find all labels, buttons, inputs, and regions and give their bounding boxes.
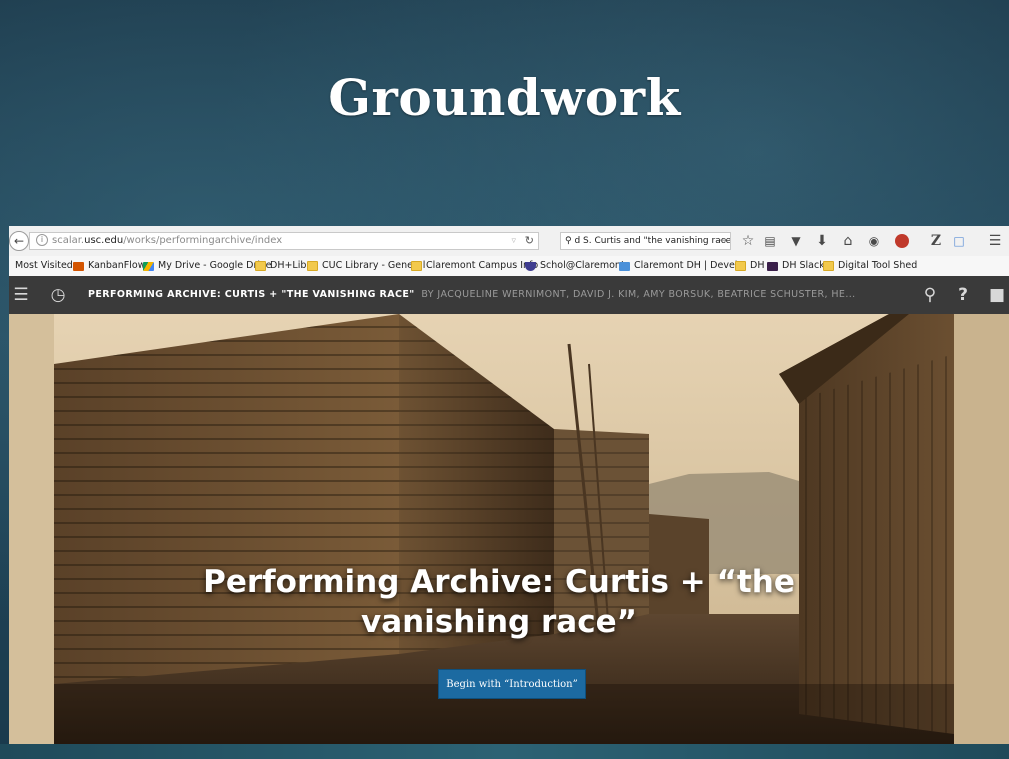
folder-icon — [307, 261, 318, 271]
search-value: d S. Curtis and "the vanishing race" — [574, 236, 731, 246]
folder-icon — [823, 261, 834, 271]
bookmark-dh[interactable]: DH — [735, 256, 764, 276]
home-icon[interactable]: ⌂ — [839, 232, 857, 250]
bookmark-label: Schol@Claremont — [540, 260, 625, 271]
bookmark-google-drive[interactable]: My Drive - Google Drive — [143, 256, 271, 276]
bookmark-dh-lib[interactable]: DH+Lib — [255, 256, 306, 276]
drive-icon — [143, 261, 154, 271]
back-arrow-icon[interactable]: ← — [9, 231, 29, 251]
url-path: /works/performingarchive/index — [123, 235, 283, 246]
bookmark-label: DH Slack — [782, 260, 825, 271]
bookmark-digital-tool-shed[interactable]: Digital Tool Shed — [823, 256, 917, 276]
dh-icon — [619, 261, 630, 271]
folder-icon — [255, 261, 266, 271]
menu-icon[interactable]: ☰ — [986, 232, 1004, 250]
page-icon[interactable]: □ — [950, 232, 968, 250]
bookmark-label: Claremont DH | Devel... — [634, 260, 747, 271]
url-host: usc.edu — [84, 235, 124, 246]
pocket-icon[interactable]: ▼ — [787, 232, 805, 250]
slide-title: Groundwork — [328, 68, 681, 127]
scalar-header: ☰ ◷ PERFORMING ARCHIVE: CURTIS + "THE VA… — [9, 276, 1009, 314]
bookmark-label: Claremont Campus Info — [426, 260, 539, 271]
browser-screenshot: ← i scalar.usc.edu/works/performingarchiv… — [9, 226, 1009, 744]
bookmark-label: DH — [750, 260, 765, 271]
bookmark-label: Digital Tool Shed — [838, 260, 918, 271]
bookmark-label: CUC Library - General — [322, 260, 426, 271]
bookmark-dh-slack[interactable]: DH Slack — [767, 256, 825, 276]
book-title: PERFORMING ARCHIVE: CURTIS + "THE VANISH… — [88, 289, 415, 300]
book-title-bar[interactable]: PERFORMING ARCHIVE: CURTIS + "THE VANISH… — [88, 276, 878, 314]
help-icon[interactable]: ? — [953, 276, 973, 314]
folder-icon — [411, 261, 422, 271]
search-input[interactable]: ⚲ d S. Curtis and "the vanishing race" → — [560, 232, 731, 250]
url-dropdown-icon[interactable]: ▿ — [511, 233, 516, 249]
bookmark-label: DH+Lib — [270, 260, 307, 271]
menu-icon[interactable]: ☰ — [11, 276, 31, 314]
bookmark-claremont-campus[interactable]: Claremont Campus Info — [411, 256, 538, 276]
browser-toolbar: ← i scalar.usc.edu/works/performingarchiv… — [9, 226, 1009, 257]
zotero-icon[interactable]: Z — [927, 232, 945, 250]
book-authors: BY JACQUELINE WERNIMONT, DAVID J. KIM, A… — [421, 289, 856, 300]
user-icon[interactable]: ■ — [985, 276, 1009, 314]
chat-icon[interactable]: ◉ — [865, 232, 883, 250]
star-icon[interactable]: ☆ — [739, 232, 757, 250]
download-icon[interactable]: ⬇ — [813, 232, 831, 250]
bookmark-most-visited[interactable]: Most Visited — [11, 256, 73, 276]
info-icon[interactable]: i — [36, 234, 48, 246]
kanbanflow-icon — [73, 261, 84, 271]
url-prefix: scalar. — [52, 235, 85, 246]
slack-icon — [767, 261, 778, 271]
folder-icon — [735, 261, 746, 271]
shield-icon — [525, 261, 536, 271]
bookmark-cuc-library[interactable]: CUC Library - General — [307, 256, 425, 276]
clipboard-icon[interactable]: ▤ — [761, 232, 779, 250]
compass-icon[interactable]: ◷ — [47, 276, 69, 314]
bookmark-schol-claremont[interactable]: Schol@Claremont — [525, 256, 625, 276]
slide-bottom-strip — [0, 744, 1009, 759]
bookmark-claremont-dh[interactable]: Claremont DH | Devel... — [619, 256, 747, 276]
bookmark-label: KanbanFlow — [88, 260, 146, 271]
hero-title: Performing Archive: Curtis + “the vanish… — [203, 564, 795, 640]
begin-introduction-button[interactable]: Begin with “Introduction” — [438, 669, 586, 699]
search-icon[interactable]: ⚲ — [919, 276, 941, 314]
bookmark-kanbanflow[interactable]: KanbanFlow — [73, 256, 145, 276]
reload-icon[interactable]: ↻ — [525, 233, 534, 249]
bookmark-label: Most Visited — [15, 260, 73, 271]
url-field[interactable]: i scalar.usc.edu/works/performingarchive/… — [29, 232, 539, 250]
bookmarks-bar: Most Visited KanbanFlow My Drive - Googl… — [9, 256, 1009, 277]
search-go-icon[interactable]: → — [719, 233, 727, 249]
hero-banner: Performing Archive: Curtis + “the vanish… — [9, 314, 1009, 744]
adblock-icon[interactable] — [893, 232, 911, 250]
